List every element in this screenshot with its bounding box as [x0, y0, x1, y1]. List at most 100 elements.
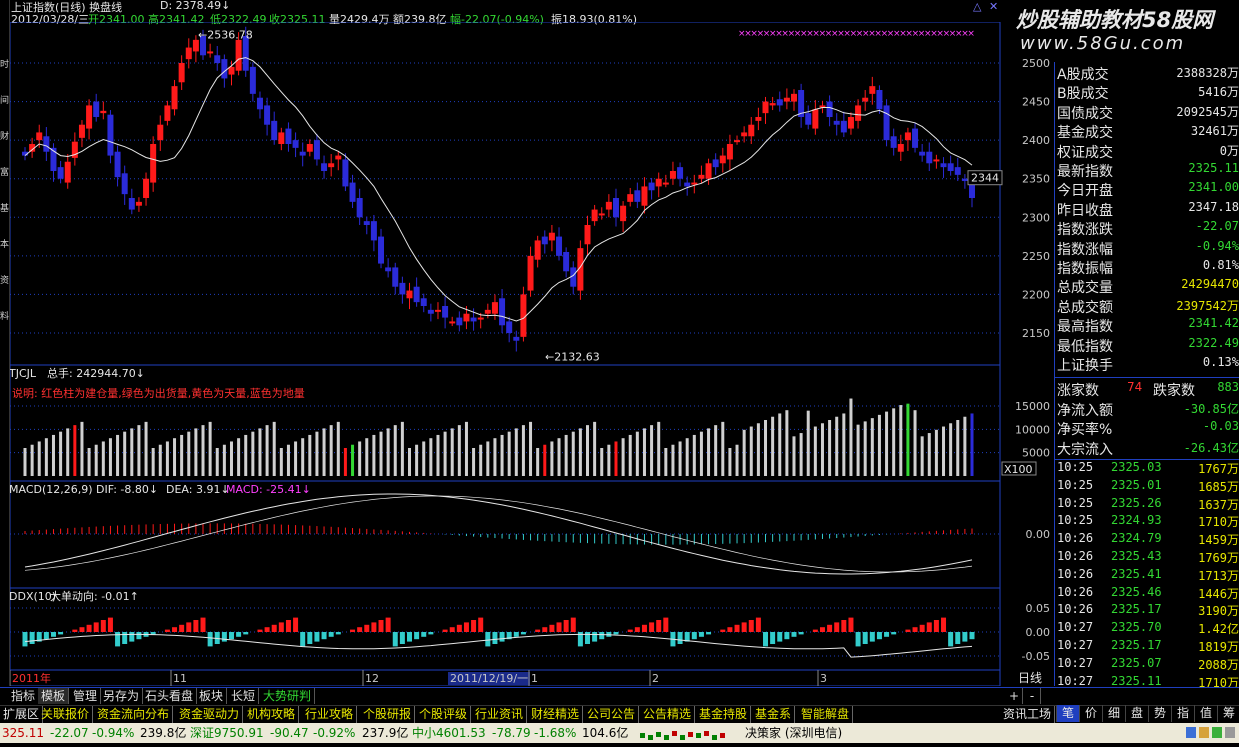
menu-item-12[interactable]: 公告精选 — [640, 706, 696, 723]
candle-body — [292, 140, 299, 148]
right-panel-tab[interactable]: 盘 — [1125, 705, 1148, 722]
candle-body — [726, 144, 733, 160]
ddx-bar — [50, 632, 56, 637]
menu-item-11[interactable]: 公司公告 — [584, 706, 640, 723]
candle-body — [491, 302, 498, 314]
volume-bar — [813, 426, 817, 476]
ddx-bar — [129, 632, 135, 642]
volume-bar — [87, 448, 91, 476]
sidebar-value: -30.85亿 — [1183, 401, 1239, 416]
menu-item-9[interactable]: 行业资讯 — [472, 706, 528, 723]
tray-icons[interactable] — [1186, 726, 1236, 746]
candle-body — [313, 140, 320, 160]
tab-8[interactable]: 大势研判 — [260, 688, 316, 704]
candle-body — [904, 132, 911, 141]
macd-tick-label: 0.00 — [1026, 528, 1051, 541]
tab-7[interactable]: 长短 — [228, 688, 260, 704]
candle-body — [627, 194, 634, 202]
left-strip-char: 基 — [0, 204, 10, 214]
menu-item-14[interactable]: 基金系 — [752, 706, 796, 723]
tick-amount: 2088万 — [1198, 657, 1239, 672]
menu-item-7[interactable]: 个股研报 — [360, 706, 416, 723]
right-panel-tab[interactable]: 筹 — [1217, 705, 1239, 722]
volume-bar — [479, 444, 483, 476]
right-panel-tab[interactable]: 值 — [1194, 705, 1217, 722]
menu-item-1[interactable]: 扩展区 — [0, 706, 44, 723]
tab-1[interactable]: 指标 — [8, 688, 40, 704]
right-panel-tab[interactable]: 细 — [1102, 705, 1125, 722]
candle-body — [413, 286, 420, 303]
tick-time: 10:26 — [1057, 566, 1094, 581]
macd-dea: DEA: 3.91↓ — [166, 483, 230, 496]
volume-bar — [842, 413, 846, 476]
zoom-out-button[interactable]: - — [1024, 688, 1041, 704]
volume-bar — [272, 421, 276, 476]
candle-body — [385, 267, 392, 272]
volume-bar — [593, 421, 597, 476]
volume-bar — [699, 431, 703, 476]
up-arrow-icon[interactable]: △ — [973, 0, 981, 13]
tick-time: 10:25 — [1057, 460, 1094, 474]
tab-4[interactable]: 另存为 — [100, 688, 144, 704]
right-panel-tab[interactable]: 价 — [1079, 705, 1102, 722]
ddx-bar — [955, 632, 961, 644]
ddx-bar — [912, 627, 918, 632]
time-axis-label: 2011/12/19/一 — [450, 672, 528, 685]
volume-bar — [728, 448, 732, 476]
candle-body — [86, 105, 93, 129]
volume-bar — [144, 421, 148, 476]
ddx-bar — [72, 629, 78, 632]
sidebar-label: 指数振幅 — [1057, 261, 1113, 277]
advance-decline-row: 涨家数 74 跌家数 883 — [1055, 380, 1239, 399]
sidebar-value: 2397542万 — [1176, 298, 1239, 313]
menu-item-2[interactable]: 关联报价 — [38, 706, 94, 723]
ddx-bar — [884, 632, 890, 637]
tick-amount: 1459万 — [1198, 533, 1239, 548]
info-workshop-button[interactable]: 资讯工场 — [1000, 706, 1056, 723]
candle-body — [449, 321, 456, 324]
tab-3[interactable]: 管理 — [70, 688, 102, 704]
volume-bar — [351, 444, 355, 476]
candle-body — [256, 97, 263, 110]
sidebar-label: 总成交额 — [1057, 299, 1113, 316]
menu-item-15[interactable]: 智能解盘 — [798, 706, 854, 723]
ddx-bar — [862, 632, 868, 644]
sidebar-row: A股成交 2388328万 — [1055, 64, 1239, 83]
ddx-label: 大单动向: -0.01↑ — [50, 589, 139, 603]
menu-item-3[interactable]: 资金流向分布 — [94, 706, 174, 723]
menu-item-10[interactable]: 财经精选 — [528, 706, 584, 723]
candle-body — [705, 163, 712, 179]
ddx-bar — [285, 620, 291, 632]
ddx-bar — [727, 627, 733, 632]
volume-bar — [870, 418, 874, 476]
candle-body — [285, 128, 292, 144]
right-panel-tab[interactable]: 势 — [1148, 705, 1171, 722]
ddx-bar — [748, 620, 754, 632]
right-panel-tab[interactable]: 笔 — [1056, 705, 1079, 722]
menu-item-6[interactable]: 行业攻略 — [302, 706, 358, 723]
candle-body — [78, 124, 85, 138]
ddx-bar — [392, 632, 398, 647]
tab-5[interactable]: 石头看盘 — [142, 688, 198, 704]
left-function-strip[interactable]: 时间财富基本资料 — [0, 0, 10, 686]
kline-chart[interactable]: 2500 2450 2400 2350 2300 2250 2200 2150 ←2536.78… — [10, 22, 1054, 686]
menu-item-5[interactable]: 机构攻略 — [244, 706, 300, 723]
right-panel-tab[interactable]: 指 — [1171, 705, 1194, 722]
volume-bar — [714, 425, 718, 476]
zoom-in-button[interactable]: + — [1006, 688, 1023, 704]
volume-bar — [386, 428, 390, 476]
sidebar-row: 上证换手 0.13% — [1055, 355, 1239, 374]
close-icon[interactable]: ✕ — [989, 0, 998, 13]
candle-body — [235, 39, 242, 71]
volume-bar — [158, 444, 162, 476]
volume-bar — [258, 428, 262, 476]
menu-item-13[interactable]: 基金持股 — [696, 706, 752, 723]
menu-item-4[interactable]: 资金驱动力 — [176, 706, 244, 723]
volume-bar — [920, 436, 924, 476]
zx-amount: 104.6亿 — [582, 726, 629, 740]
macd-title: MACD(12,26,9) — [10, 483, 93, 496]
tab-2[interactable]: 模板 — [38, 688, 70, 704]
menu-item-8[interactable]: 个股评级 — [416, 706, 472, 723]
tab-6[interactable]: 板块 — [196, 688, 228, 704]
sidebar-value: 2341.42 — [1188, 316, 1239, 331]
